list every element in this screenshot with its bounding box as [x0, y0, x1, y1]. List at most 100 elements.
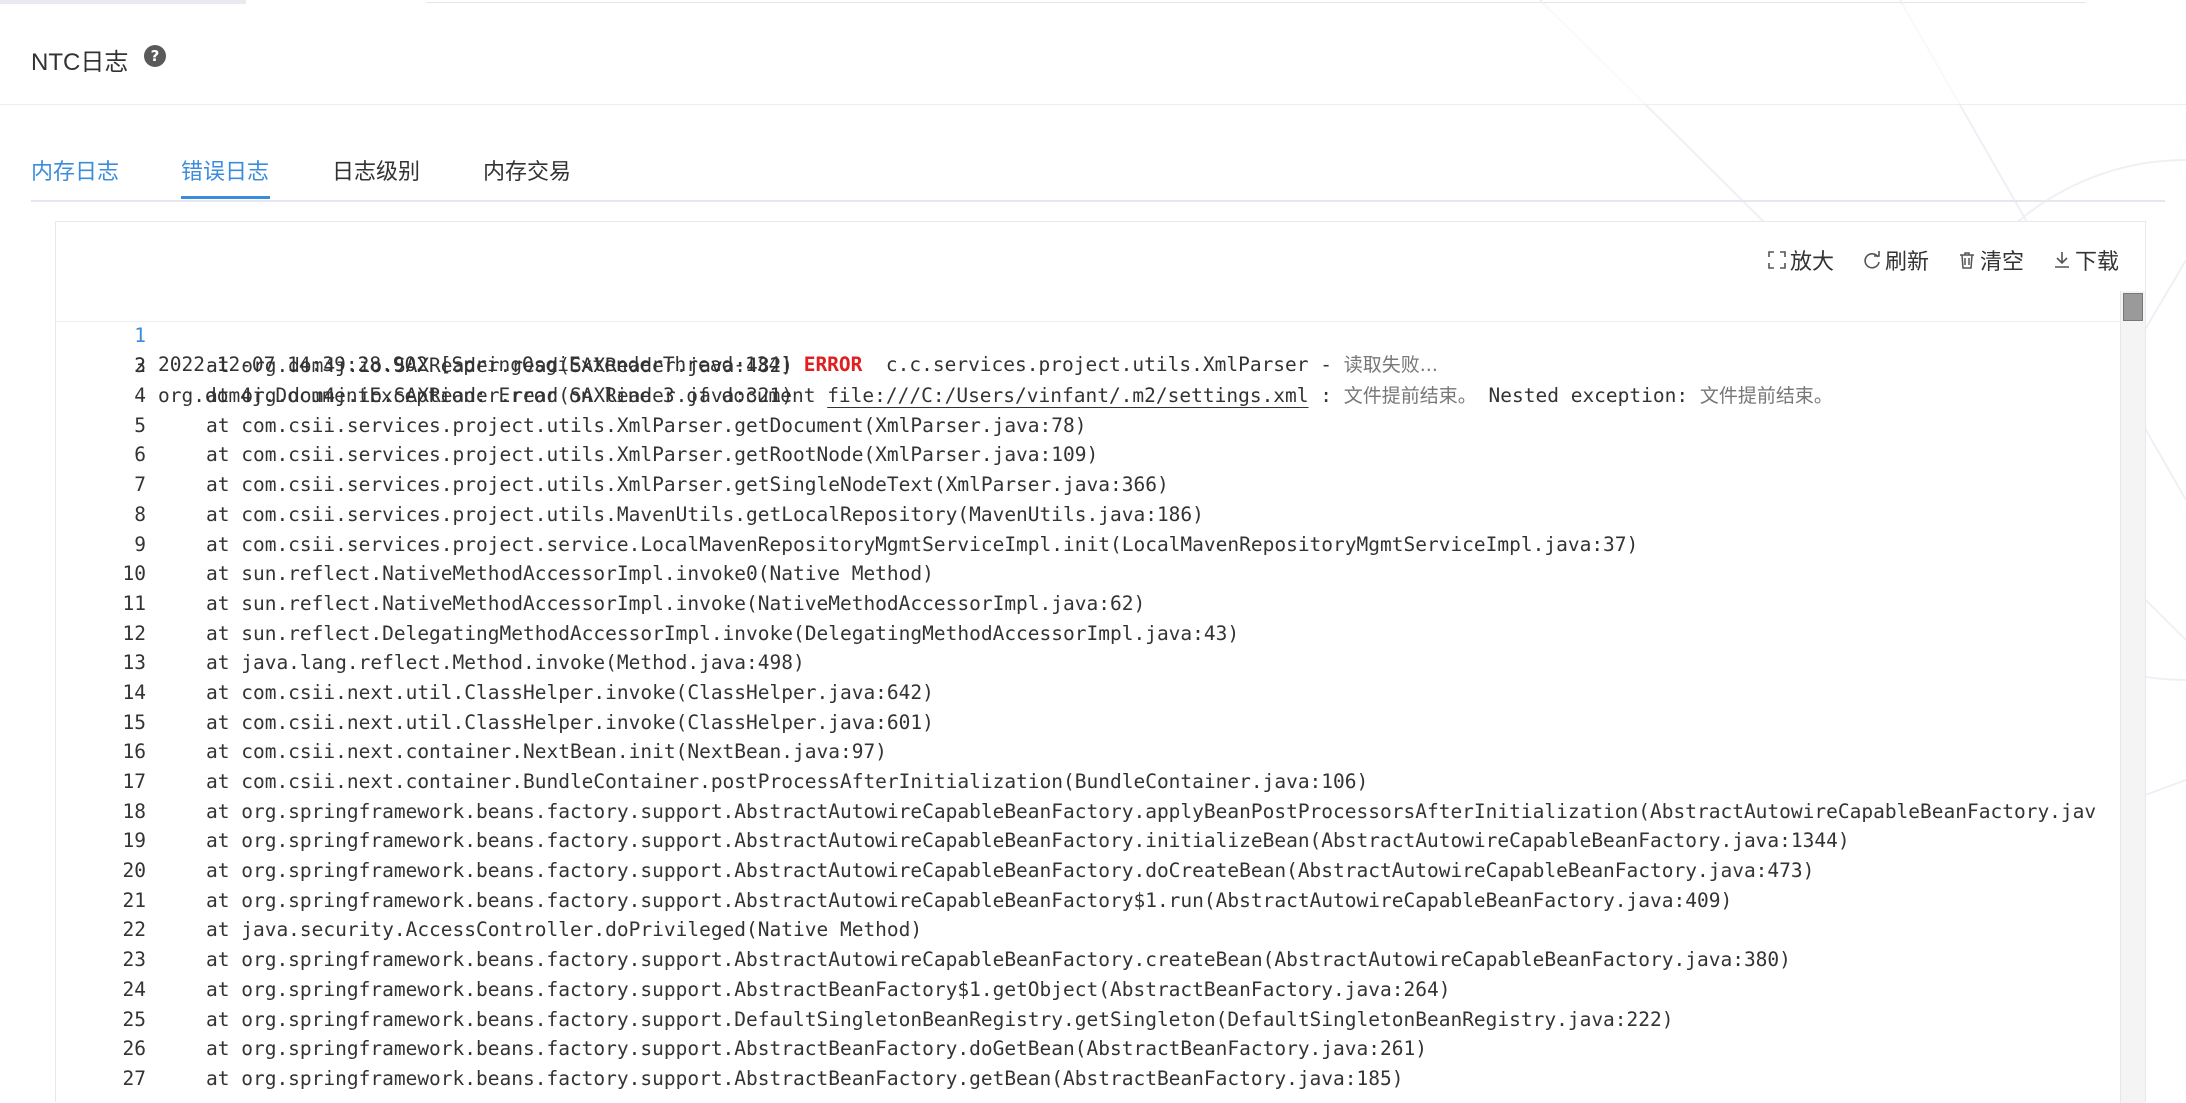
line-content: at org.springframework.beans.factory.sup… [206, 799, 2097, 823]
line-number: 8 [134, 502, 146, 526]
zoom-button[interactable]: 放大 [1767, 244, 1834, 276]
refresh-button[interactable]: 刷新 [1862, 244, 1929, 276]
log-line: 8 at com.csii.services.project.utils.Mave… [56, 500, 2120, 530]
log-line: 17 at com.csii.next.container.BundleConta… [56, 767, 2120, 797]
line-content: at com.csii.services.project.utils.Maven… [206, 502, 1204, 526]
line-number: 23 [122, 948, 146, 972]
line-content: at org.springframework.beans.factory.sup… [206, 1037, 1427, 1061]
log-line: 6 at com.csii.services.project.utils.XmlP… [56, 440, 2120, 470]
log-line: 27 at org.springframework.beans.factory.s… [56, 1064, 2120, 1094]
log-line: 25 at org.springframework.beans.factory.s… [56, 1005, 2120, 1035]
question-circle-icon[interactable]: ? [144, 45, 166, 67]
log-line: 22 at java.security.AccessController.doPr… [56, 915, 2120, 945]
log-line: 23 at org.springframework.beans.factory.s… [56, 945, 2120, 975]
line-number: 20 [122, 859, 146, 883]
line-number: 18 [122, 799, 146, 823]
line-content: at org.springframework.beans.factory.sup… [206, 1066, 1404, 1090]
zoom-label: 放大 [1789, 249, 1834, 274]
tab-error-log[interactable]: 错误日志 [181, 154, 269, 186]
clear-button[interactable]: 清空 [1957, 244, 2024, 276]
refresh-label: 刷新 [1884, 249, 1929, 274]
line-content: at org.springframework.beans.factory.sup… [206, 888, 1733, 912]
line-number: 10 [122, 562, 146, 586]
line-content: at com.csii.services.project.utils.XmlPa… [206, 443, 1099, 467]
log-line: 1 2022-12-07 14:39:28.902 [SpringOsgiExt… [56, 291, 2120, 376]
log-line: 21 at org.springframework.beans.factory.s… [56, 886, 2120, 916]
line-content: at com.csii.next.util.ClassHelper.invoke… [206, 680, 934, 704]
download-button[interactable]: 下载 [2052, 244, 2119, 276]
log-viewer[interactable]: 1 2022-12-07 14:39:28.902 [SpringOsgiExt… [56, 291, 2120, 1103]
line-number: 16 [122, 740, 146, 764]
page-title: NTC日志 [31, 49, 129, 76]
line-content: at sun.reflect.DelegatingMethodAccessorI… [206, 621, 1240, 645]
line-content: at com.csii.next.container.BundleContain… [206, 770, 1369, 793]
line-content: at com.csii.services.project.utils.XmlPa… [206, 413, 1087, 437]
log-line: 24 at org.springframework.beans.factory.s… [56, 975, 2120, 1005]
scrollbar-thumb[interactable] [2123, 293, 2143, 321]
log-line: 5 at com.csii.services.project.utils.XmlP… [56, 411, 2120, 441]
log-panel: 放大 刷新 清空 下载 1 2022-12-07 14:39:28.902 [S… [55, 221, 2146, 1103]
line-number: 15 [122, 710, 146, 734]
line-content: at org.springframework.beans.factory.sup… [206, 948, 1791, 972]
line-number: 22 [122, 918, 146, 942]
vertical-scrollbar[interactable] [2120, 291, 2145, 1103]
line-content: at java.lang.reflect.Method.invoke(Metho… [206, 651, 805, 675]
log-line: 3 at org.dom4j.io.SAXReader.read(SAXReade… [56, 351, 2120, 381]
line-number: 12 [122, 621, 146, 645]
tab-log-level[interactable]: 日志级别 [332, 154, 420, 186]
line-number: 7 [134, 473, 146, 497]
line-number: 24 [122, 977, 146, 1001]
log-line: 12 at sun.reflect.DelegatingMethodAccesso… [56, 619, 2120, 649]
log-line: 26 at org.springframework.beans.factory.s… [56, 1034, 2120, 1064]
line-content: at org.dom4j.io.SAXReader.read(SAXReader… [206, 354, 793, 378]
log-line: 20 at org.springframework.beans.factory.s… [56, 856, 2120, 886]
line-number: 17 [122, 770, 146, 793]
tab-memory-log[interactable]: 内存日志 [31, 154, 119, 186]
line-number: 26 [122, 1037, 146, 1061]
line-number: 9 [134, 532, 146, 556]
line-content: at com.csii.services.project.utils.XmlPa… [206, 473, 1169, 497]
refresh-icon [1864, 251, 1880, 269]
clear-label: 清空 [1979, 249, 2024, 274]
line-content: at com.csii.next.util.ClassHelper.invoke… [206, 710, 934, 734]
log-line: 18 at org.springframework.beans.factory.s… [56, 797, 2120, 827]
tab-memory-transaction[interactable]: 内存交易 [483, 154, 571, 186]
line-number: 13 [122, 651, 146, 675]
line-number: 3 [134, 354, 146, 378]
line-content: at com.csii.next.container.NextBean.init… [206, 740, 887, 764]
line-number: 27 [122, 1066, 146, 1090]
line-content: at com.csii.services.project.service.Loc… [206, 532, 1639, 556]
line-content: at org.dom4j.io.SAXReader.read(SAXReader… [206, 384, 793, 408]
page-header: NTC日志 ? [0, 4, 2186, 105]
log-line: 13 at java.lang.reflect.Method.invoke(Met… [56, 648, 2120, 678]
log-line: 10 at sun.reflect.NativeMethodAccessorImp… [56, 559, 2120, 589]
log-toolbar: 放大 刷新 清空 下载 [1767, 244, 2119, 276]
tab-bar: 内存日志 错误日志 日志级别 内存交易 [31, 150, 2165, 202]
log-line: 19 at org.springframework.beans.factory.s… [56, 826, 2120, 856]
log-line: 2 org.dom4j.DocumentException: Error on … [56, 322, 2120, 407]
line-content: at java.security.AccessController.doPriv… [206, 918, 923, 942]
stack-trace: 3 at org.dom4j.io.SAXReader.read(SAXReade… [56, 351, 2120, 1093]
log-line: 11 at sun.reflect.NativeMethodAccessorImp… [56, 589, 2120, 619]
line-content: at org.springframework.beans.factory.sup… [206, 977, 1451, 1001]
line-number: 4 [134, 384, 146, 408]
log-line: 7 at com.csii.services.project.utils.XmlP… [56, 470, 2120, 500]
active-tab-indicator [181, 196, 270, 199]
log-line: 16 at com.csii.next.container.NextBean.in… [56, 737, 2120, 767]
log-line: 14 at com.csii.next.util.ClassHelper.invo… [56, 678, 2120, 708]
line-number: 21 [122, 888, 146, 912]
top-strip-line [426, 2, 2086, 3]
expand-icon [1768, 251, 1786, 269]
trash-icon [1959, 252, 1974, 269]
download-icon [2054, 252, 2069, 268]
line-number: 19 [122, 829, 146, 853]
line-number: 5 [134, 413, 146, 437]
line-content: at sun.reflect.NativeMethodAccessorImpl.… [206, 591, 1146, 615]
line-number: 6 [134, 443, 146, 467]
line-content: at sun.reflect.NativeMethodAccessorImpl.… [206, 562, 934, 586]
log-line: 4 at org.dom4j.io.SAXReader.read(SAXReade… [56, 381, 2120, 411]
line-number: 14 [122, 680, 146, 704]
log-line: 15 at com.csii.next.util.ClassHelper.invo… [56, 708, 2120, 738]
download-label: 下载 [2074, 249, 2119, 274]
log-line: 9 at com.csii.services.project.service.Lo… [56, 530, 2120, 560]
